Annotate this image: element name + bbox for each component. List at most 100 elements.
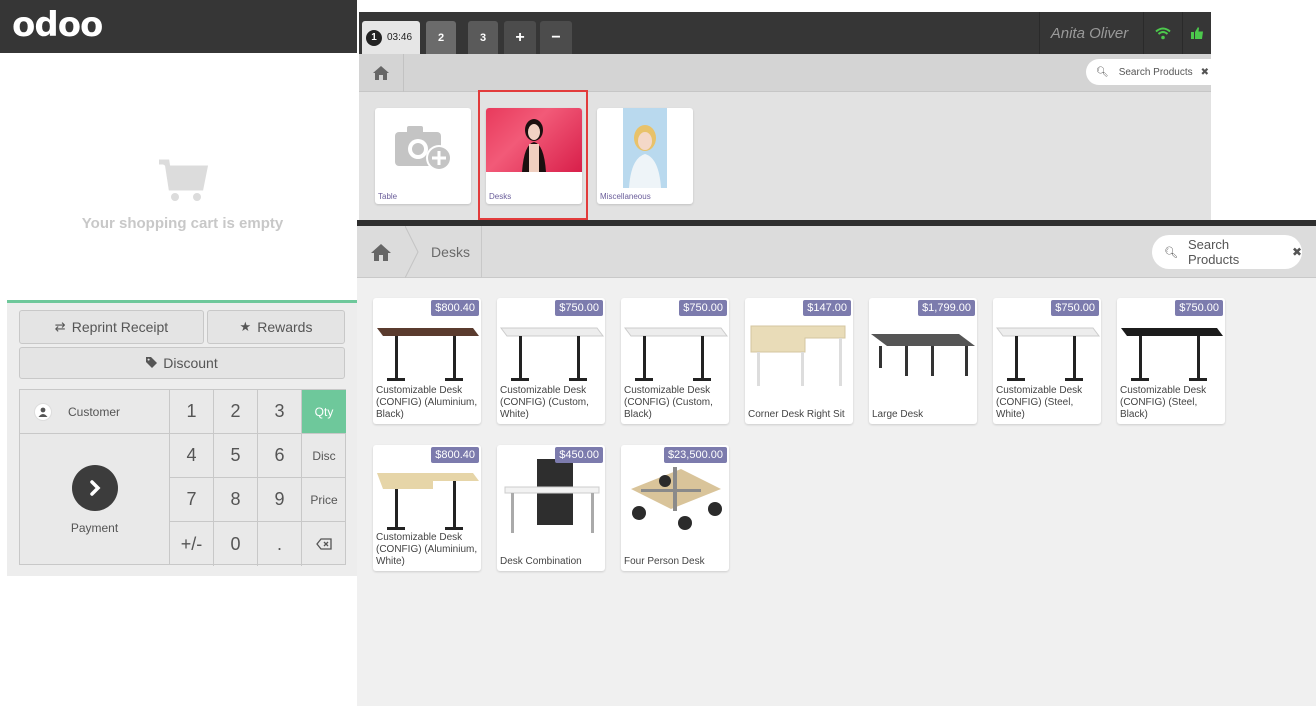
clear-search-icon[interactable]: ✖: [1201, 67, 1209, 78]
product-name: Four Person Desk: [624, 556, 705, 567]
payment-button[interactable]: Payment: [20, 434, 170, 565]
customer-label: Customer: [68, 404, 121, 419]
price-tag: $1,799.00: [918, 300, 975, 316]
category-image: [623, 108, 667, 188]
category-tile-table[interactable]: Table: [375, 108, 471, 204]
numpad-key-8[interactable]: 8: [214, 478, 258, 522]
thumbs-up-icon[interactable]: [1182, 12, 1211, 54]
breadcrumb-bar: Desks 🔍︎ Search Products ✖: [357, 226, 1316, 278]
product-name: Customizable Desk (CONFIG) (Custom, Whit…: [500, 385, 589, 420]
product-card[interactable]: $750.00 Customizable Desk (CONFIG) (Cust…: [621, 298, 729, 424]
remove-order-button[interactable]: −: [540, 21, 572, 54]
product-screen: Desks 🔍︎ Search Products ✖ $800.40 Custo…: [357, 220, 1316, 706]
rewards-label: Rewards: [257, 319, 313, 335]
product-image: [377, 328, 479, 381]
product-card[interactable]: $23,500.00 Four Person Desk: [621, 445, 729, 571]
numpad-key-3[interactable]: 3: [258, 390, 302, 434]
product-image: [377, 473, 479, 530]
order-cart: Your shopping cart is empty: [0, 53, 357, 301]
price-tag: $750.00: [679, 300, 727, 316]
product-image: [1121, 328, 1223, 381]
numpad-key-7[interactable]: 7: [170, 478, 214, 522]
order-tab-1[interactable]: 1 03:46: [362, 21, 420, 54]
mode-disc-button[interactable]: Disc: [302, 434, 346, 478]
numpad-key-dot[interactable]: .: [258, 522, 302, 566]
product-image: [631, 467, 722, 530]
star-icon: ★: [239, 319, 252, 334]
numpad-key-5[interactable]: 5: [214, 434, 258, 478]
mode-price-button[interactable]: Price: [302, 478, 346, 522]
product-card[interactable]: $750.00 Customizable Desk (CONFIG) (Cust…: [497, 298, 605, 424]
product-card[interactable]: $147.00 Corner Desk Right Sit: [745, 298, 853, 424]
price-tag: $750.00: [1175, 300, 1223, 316]
numpad-key-4[interactable]: 4: [170, 434, 214, 478]
home-icon[interactable]: [357, 226, 405, 278]
reprint-label: Reprint Receipt: [71, 319, 169, 335]
order-tabs-bar: 1 03:46 2 3 + − Anita Oliver: [359, 12, 1211, 54]
chevron-right-icon: [71, 464, 118, 511]
price-tag: $147.00: [803, 300, 851, 316]
pos-screen: odoo 1 03:46 2 3 + − Anita Oliver 🔍︎ Sea…: [0, 0, 1316, 706]
mode-qty-button[interactable]: Qty: [302, 390, 346, 434]
product-card[interactable]: $450.00 Desk Combination: [497, 445, 605, 571]
category-tile-miscellaneous[interactable]: Miscellaneous: [597, 108, 693, 204]
product-name: Large Desk: [872, 409, 924, 420]
rewards-button[interactable]: ★ Rewards: [207, 310, 345, 344]
numpad-key-1[interactable]: 1: [170, 390, 214, 434]
discount-label: Discount: [163, 355, 218, 371]
search-placeholder: Search Products: [1118, 66, 1193, 78]
numpad-key-6[interactable]: 6: [258, 434, 302, 478]
product-card[interactable]: $750.00 Customizable Desk (CONFIG) (Stee…: [993, 298, 1101, 424]
order-time: 03:46: [387, 32, 413, 43]
wifi-icon: [1143, 12, 1181, 54]
product-name: Customizable Desk (CONFIG) (Steel, Black…: [1120, 385, 1207, 420]
camera-plus-icon: [393, 122, 455, 177]
payment-label: Payment: [70, 520, 119, 535]
cart-icon: [157, 158, 209, 207]
discount-button[interactable]: Discount: [19, 347, 345, 379]
numpad-key-2[interactable]: 2: [214, 390, 258, 434]
search-icon: 🔍︎: [1096, 66, 1109, 78]
category-label: Miscellaneous: [600, 192, 651, 201]
add-order-button[interactable]: +: [504, 21, 536, 54]
product-image: [500, 327, 604, 381]
product-search-input[interactable]: 🔍︎ Search Products ✖: [1152, 235, 1302, 269]
order-number-badge: 1: [366, 29, 382, 46]
product-image: [624, 327, 728, 381]
home-icon[interactable]: [359, 54, 404, 92]
numpad-key-plus-minus[interactable]: +/-: [170, 522, 214, 566]
numpad: Customer Payment 1 2 3 Qty 4 5 6 Disc 7 …: [19, 389, 346, 566]
customer-button[interactable]: Customer: [20, 390, 170, 434]
product-card[interactable]: $1,799.00 Large Desk: [869, 298, 977, 424]
product-card[interactable]: $750.00 Customizable Desk (CONFIG) (Stee…: [1117, 298, 1225, 424]
product-name: Customizable Desk (CONFIG) (Custom, Blac…: [624, 385, 713, 420]
cashier-name[interactable]: Anita Oliver: [1039, 12, 1139, 54]
order-tab-3[interactable]: 3: [468, 21, 498, 54]
product-card[interactable]: $800.40 Customizable Desk (CONFIG) (Alum…: [373, 445, 481, 571]
search-placeholder: Search Products: [1187, 237, 1240, 267]
product-name: Customizable Desk (CONFIG) (Aluminium, W…: [376, 532, 478, 567]
clear-search-icon[interactable]: ✖: [1292, 245, 1302, 259]
product-image: [996, 327, 1100, 381]
product-card[interactable]: $800.40 Customizable Desk (CONFIG) (Alum…: [373, 298, 481, 424]
breadcrumb-desks[interactable]: Desks: [420, 226, 482, 278]
control-panel: ⇄ Reprint Receipt ★ Rewards Discount Cus…: [7, 300, 357, 576]
category-highlight-box: [478, 90, 588, 220]
top-search-input[interactable]: 🔍︎ Search Products ✖: [1086, 59, 1211, 85]
product-image: [750, 325, 846, 386]
price-tag: $750.00: [555, 300, 603, 316]
user-icon: [34, 402, 52, 421]
product-name: Desk Combination: [500, 556, 582, 567]
numpad-key-9[interactable]: 9: [258, 478, 302, 522]
numpad-key-0[interactable]: 0: [214, 522, 258, 566]
order-tab-2[interactable]: 2: [426, 21, 456, 54]
reprint-receipt-button[interactable]: ⇄ Reprint Receipt: [19, 310, 204, 344]
price-tag: $450.00: [555, 447, 603, 463]
product-name: Customizable Desk (CONFIG) (Aluminium, B…: [376, 385, 478, 420]
price-tag: $23,500.00: [663, 447, 727, 463]
backspace-icon[interactable]: [302, 522, 346, 566]
product-name: Corner Desk Right Sit: [748, 409, 845, 420]
price-tag: $750.00: [1051, 300, 1099, 316]
product-name: Customizable Desk (CONFIG) (Steel, White…: [996, 385, 1083, 420]
empty-cart-message: Your shopping cart is empty: [81, 215, 284, 232]
